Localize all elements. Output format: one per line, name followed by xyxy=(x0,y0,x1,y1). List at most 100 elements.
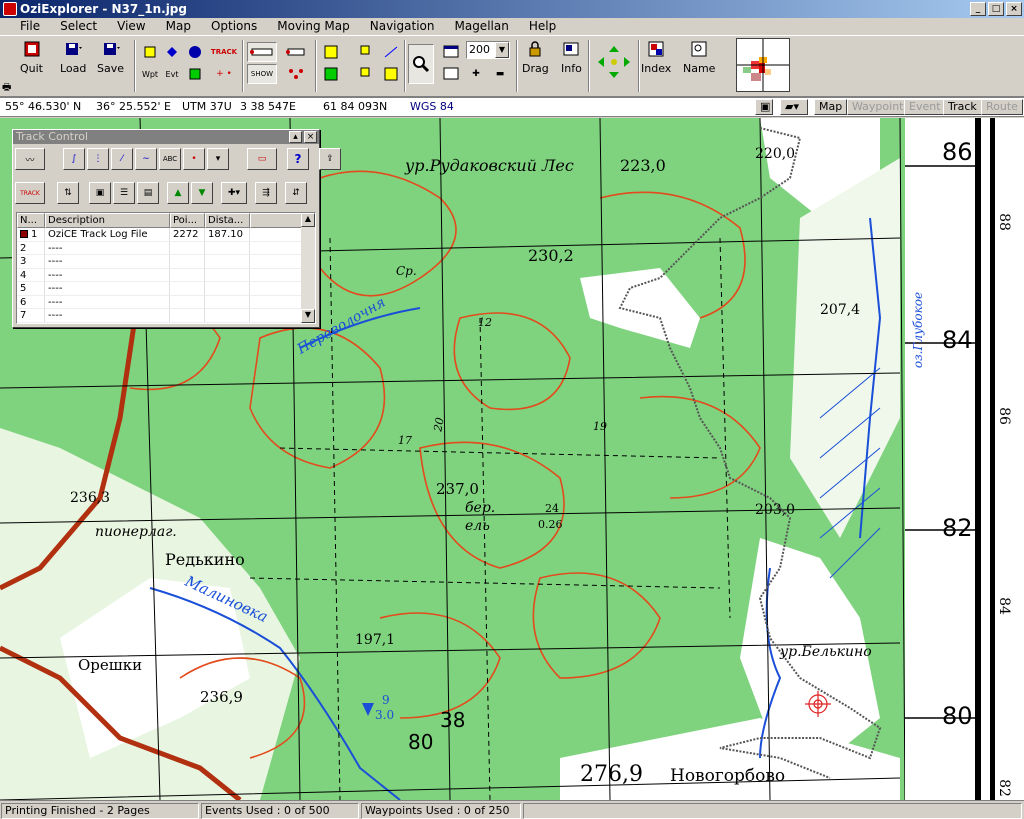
pan-arrows-button[interactable] xyxy=(594,42,634,82)
col-number[interactable]: N... xyxy=(17,213,45,228)
track-distance-cell xyxy=(205,309,250,322)
track-add-button[interactable]: ✚▾ xyxy=(221,182,247,204)
track-table-scrollbar[interactable]: ▲ ▼ xyxy=(301,213,315,323)
green-tool-button[interactable] xyxy=(184,64,206,84)
show-track-button[interactable]: SHOW xyxy=(247,64,277,84)
zoom-tool-button[interactable] xyxy=(408,44,434,84)
zoom-window-button[interactable] xyxy=(440,42,462,62)
track-control-menu-button[interactable]: ▴ xyxy=(289,131,302,143)
maximize-button[interactable]: □ xyxy=(988,2,1004,16)
menu-navigation[interactable]: Navigation xyxy=(360,18,445,35)
wpt-button[interactable]: Wpt xyxy=(139,64,161,84)
track-tool-button[interactable]: TRACK xyxy=(210,42,238,62)
name-button[interactable]: Name xyxy=(683,40,715,75)
track-erase-button[interactable]: ▭ xyxy=(247,148,277,170)
close-button[interactable]: × xyxy=(1006,2,1022,16)
chevron-down-icon[interactable]: ▼ xyxy=(495,42,509,58)
track-draw-button[interactable]: ∫ xyxy=(63,148,85,170)
track-dot-button[interactable]: ⋮ xyxy=(87,148,109,170)
map-tool-1-button[interactable] xyxy=(320,42,342,62)
table-row[interactable]: 5 ---- xyxy=(17,282,315,296)
track-save-button[interactable]: ▣ xyxy=(89,182,111,204)
menu-view[interactable]: View xyxy=(107,18,155,35)
track-dash-button[interactable]: ⁄ xyxy=(111,148,133,170)
table-row[interactable]: 2 ---- xyxy=(17,241,315,255)
quit-button[interactable]: Quit xyxy=(20,40,43,75)
evt-button[interactable]: Evt xyxy=(161,64,183,84)
route-tool-button[interactable] xyxy=(283,42,309,62)
zoom-out-button[interactable]: ▬ xyxy=(490,64,510,84)
printer-icon[interactable]: 🖶 xyxy=(2,80,11,97)
track-line-button[interactable] xyxy=(247,42,277,62)
table-row[interactable]: 6 ---- xyxy=(17,295,315,309)
print-map-button[interactable]: ▣ xyxy=(755,99,773,115)
track-points-button[interactable]: + • xyxy=(210,64,238,84)
track-control-close-button[interactable]: × xyxy=(304,131,317,143)
waypoint-tool-button[interactable] xyxy=(139,42,161,62)
track-point-button[interactable]: • xyxy=(183,148,205,170)
scroll-down-icon[interactable]: ▼ xyxy=(301,309,315,323)
track-list-table: N... Description Poi... Dista... 1 OziCE … xyxy=(16,212,316,324)
save-button[interactable]: Save xyxy=(97,40,124,75)
col-points[interactable]: Poi... xyxy=(170,213,205,228)
minimize-button[interactable]: _ xyxy=(970,2,986,16)
menu-moving-map[interactable]: Moving Map xyxy=(267,18,360,35)
number-tool-button[interactable] xyxy=(184,42,206,62)
menu-options[interactable]: Options xyxy=(201,18,267,35)
table-row[interactable]: 3 ---- xyxy=(17,255,315,269)
table-row[interactable]: 7 ---- xyxy=(17,309,315,323)
track-move-button[interactable]: ⇅ xyxy=(57,182,79,204)
track-help-button[interactable]: ? xyxy=(287,148,309,170)
menu-select[interactable]: Select xyxy=(50,18,107,35)
track-curve-button[interactable]: ∼ xyxy=(135,148,157,170)
index-button[interactable]: Index xyxy=(641,40,671,75)
track-color-swatch[interactable] xyxy=(20,230,28,238)
track-down-button[interactable]: ▼ xyxy=(191,182,213,204)
menu-file[interactable]: File xyxy=(10,18,50,35)
track-record-button[interactable]: TRACK xyxy=(15,182,45,204)
zoom-window-2-button[interactable] xyxy=(440,64,462,84)
map-tool-2-button[interactable] xyxy=(320,64,342,84)
mode-map-button[interactable]: Map xyxy=(814,99,848,115)
event-tool-button[interactable] xyxy=(161,42,183,62)
track-split-button[interactable]: ⇶ xyxy=(255,182,277,204)
zoom-in-button[interactable]: ✚ xyxy=(466,64,486,84)
grid-label-vertical-84: 84 xyxy=(995,597,1012,615)
col-distance[interactable]: Dista... xyxy=(205,213,250,228)
latitude-readout: 55° 46.530' N xyxy=(5,100,82,113)
datum-readout: WGS 84 xyxy=(410,100,454,113)
track-upload-button[interactable]: ⇪ xyxy=(319,148,341,170)
track-label-button[interactable]: ABC xyxy=(159,148,181,170)
scroll-up-icon[interactable]: ▲ xyxy=(301,213,315,227)
menu-magellan[interactable]: Magellan xyxy=(444,18,518,35)
info-button[interactable]: Info xyxy=(561,40,582,75)
mode-event-button[interactable]: Event xyxy=(904,99,946,115)
table-row[interactable]: 4 ---- xyxy=(17,268,315,282)
track-dropdown-button[interactable]: ▾ xyxy=(207,148,229,170)
load-button[interactable]: Load xyxy=(60,40,86,75)
grid-label-80-bottom: 80 xyxy=(408,730,434,754)
overview-minimap[interactable] xyxy=(736,38,790,92)
map-tool-5-button[interactable] xyxy=(380,42,402,62)
menu-map[interactable]: Map xyxy=(156,18,201,35)
track-props-button[interactable]: ▤ xyxy=(137,182,159,204)
drag-button[interactable]: Drag xyxy=(522,40,549,75)
route-show-button[interactable] xyxy=(283,64,309,84)
track-up-button[interactable]: ▲ xyxy=(167,182,189,204)
track-sort-button[interactable]: ⇵ xyxy=(285,182,307,204)
save-dropdown-button[interactable]: ▰▾ xyxy=(780,99,808,115)
table-row[interactable]: 1 OziCE Track Log File 2272 187.10 xyxy=(17,228,315,242)
track-list-button[interactable]: ☰ xyxy=(113,182,135,204)
sort-icon: ⇵ xyxy=(292,188,300,198)
col-description[interactable]: Description xyxy=(45,213,170,228)
menu-help[interactable]: Help xyxy=(519,18,566,35)
mode-track-button[interactable]: Track xyxy=(943,99,982,115)
mode-route-button[interactable]: Route xyxy=(981,99,1023,115)
mode-waypoint-button[interactable]: Waypoint xyxy=(847,99,909,115)
map-tool-3-button[interactable] xyxy=(356,42,378,62)
track-points-cell: 2272 xyxy=(170,228,205,241)
show-tracks-button[interactable]: 〰 xyxy=(15,148,45,170)
map-tool-6-button[interactable] xyxy=(380,64,402,84)
map-tool-4-button[interactable] xyxy=(356,64,378,84)
zoom-level-select[interactable]: 200 ▼ xyxy=(466,41,510,59)
